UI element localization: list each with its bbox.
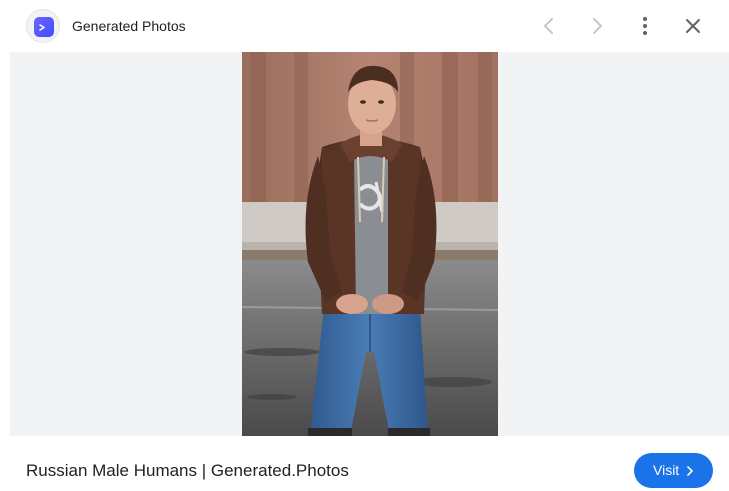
chevron-right-icon — [593, 18, 602, 34]
image-caption[interactable]: Russian Male Humans | Generated.Photos — [26, 461, 349, 481]
image-viewer — [10, 52, 729, 436]
preview-footer: Russian Male Humans | Generated.Photos V… — [0, 436, 729, 491]
close-icon — [686, 19, 700, 33]
site-logo-container[interactable] — [26, 9, 60, 43]
more-options-button[interactable] — [629, 10, 661, 42]
generated-portrait-photo — [242, 52, 498, 436]
visit-button-label: Visit — [653, 462, 680, 478]
preview-image[interactable] — [242, 52, 498, 436]
terminal-prompt-icon — [34, 17, 54, 37]
more-vertical-icon — [643, 17, 647, 35]
next-button[interactable] — [581, 10, 613, 42]
previous-button[interactable] — [533, 10, 565, 42]
chevron-right-icon — [687, 466, 693, 476]
preview-header: Generated Photos — [0, 0, 729, 52]
close-button[interactable] — [677, 10, 709, 42]
site-name[interactable]: Generated Photos — [72, 18, 186, 34]
visit-button[interactable]: Visit — [634, 453, 713, 488]
chevron-left-icon — [544, 18, 553, 34]
